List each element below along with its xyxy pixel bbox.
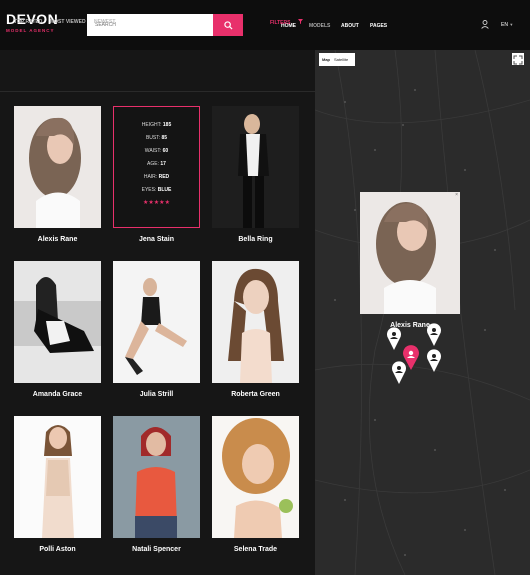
map-marker[interactable] — [426, 348, 442, 372]
logo-subtitle: MODEL AGENCY — [6, 28, 55, 33]
search-input[interactable] — [87, 14, 214, 36]
model-photo — [14, 106, 101, 228]
model-card-natali-spencer[interactable] — [113, 416, 200, 538]
stat-waist-value: 60 — [162, 148, 169, 154]
stat-age-value: 17 — [160, 161, 166, 167]
model-card-selena-trade[interactable] — [212, 416, 299, 538]
user-icon[interactable] — [481, 20, 489, 29]
stat-bust-label: BUST: — [145, 135, 161, 141]
map-marker[interactable] — [386, 326, 402, 350]
language-selector[interactable]: EN ▼ — [501, 22, 513, 28]
model-stats: HEIGHT: 185 BUST: 85 WAIST: 60 AGE: 17 H… — [114, 119, 199, 210]
popup-close-icon[interactable]: × — [455, 192, 458, 198]
model-card-julia-strill[interactable] — [113, 261, 200, 383]
search-icon — [223, 20, 233, 30]
sort-top-rated[interactable]: TOP RATED — [14, 19, 42, 25]
language-label: EN — [501, 22, 508, 28]
filters-label: FILTERS — [270, 20, 291, 26]
model-name[interactable]: Roberta Green — [212, 391, 299, 398]
map-popup[interactable]: × — [360, 192, 460, 314]
popup-photo — [360, 192, 460, 314]
model-name[interactable]: Alexis Rane — [14, 236, 101, 243]
model-photo — [14, 416, 101, 538]
map-type-map[interactable]: Map — [322, 57, 330, 62]
model-name[interactable]: Natali Spencer — [113, 546, 200, 553]
model-photo — [212, 416, 299, 538]
stat-waist-label: WAIST: — [144, 148, 162, 154]
model-card-bella-ring[interactable] — [212, 106, 299, 228]
map-type-control[interactable]: Map Satellite — [319, 53, 355, 66]
model-name[interactable]: Selena Trade — [212, 546, 299, 553]
model-card-roberta-green[interactable] — [212, 261, 299, 383]
stat-age-label: AGE: — [147, 161, 159, 167]
popup-model-name[interactable]: Alexis Rane — [360, 322, 460, 329]
model-photo — [14, 261, 101, 383]
model-name[interactable]: Jena Stain — [113, 236, 200, 243]
model-name[interactable]: Julia Strill — [113, 391, 200, 398]
sort-newest[interactable]: NEWEST — [94, 19, 115, 25]
map-marker[interactable] — [426, 322, 442, 346]
fullscreen-button[interactable] — [512, 53, 524, 65]
model-photo — [212, 261, 299, 383]
nav-pages[interactable]: PAGES — [370, 23, 387, 29]
model-name[interactable]: Bella Ring — [212, 236, 299, 243]
model-card-polli-aston[interactable] — [14, 416, 101, 538]
filter-icon — [297, 19, 303, 24]
map-type-satellite[interactable]: Satellite — [334, 57, 348, 62]
model-card-jena-stain[interactable]: HEIGHT: 185 BUST: 85 WAIST: 60 AGE: 17 H… — [113, 106, 200, 228]
model-photo — [212, 106, 299, 228]
filters-button[interactable]: FILTERS — [270, 19, 303, 26]
fullscreen-icon — [513, 55, 523, 65]
stat-eyes-value: BLUE — [157, 187, 172, 193]
stat-hair-label: HAIR: — [143, 174, 158, 180]
nav-about[interactable]: ABOUT — [341, 23, 359, 29]
stat-hair-value: RED — [158, 174, 170, 180]
map-marker[interactable] — [391, 360, 407, 384]
chevron-down-icon: ▼ — [509, 22, 514, 27]
stat-bust-value: 85 — [161, 135, 168, 141]
stat-eyes-label: EYES: — [141, 187, 157, 193]
rating-stars: ★★★★★ — [143, 200, 170, 206]
model-photo — [113, 416, 200, 538]
stat-height-label: HEIGHT: — [141, 122, 162, 128]
model-name[interactable]: Polli Aston — [14, 546, 101, 553]
sort-most-viewed[interactable]: MOST VIEWED — [50, 19, 86, 25]
search-button[interactable] — [213, 14, 243, 36]
header — [0, 0, 530, 50]
sort-bar — [0, 50, 315, 92]
stat-height-value: 185 — [162, 122, 172, 128]
model-card-amanda-grace[interactable] — [14, 261, 101, 383]
model-card-alexis-rane[interactable] — [14, 106, 101, 228]
model-name[interactable]: Amanda Grace — [14, 391, 101, 398]
model-photo — [113, 261, 200, 383]
nav-models[interactable]: MODELS — [309, 23, 330, 29]
